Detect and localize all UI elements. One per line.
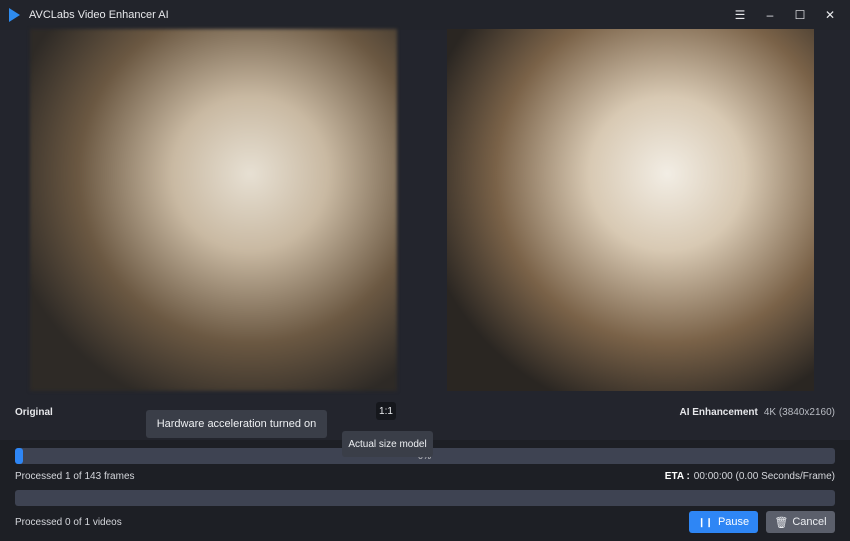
enhanced-label: AI Enhancement xyxy=(679,407,758,418)
original-preview-image xyxy=(30,29,397,391)
trash-icon: 🗑 xyxy=(774,516,789,529)
hardware-acceleration-tooltip: Hardware acceleration turned on xyxy=(146,410,327,438)
pause-label: Pause xyxy=(717,516,750,528)
eta-value: 00:00:00 (0.00 Seconds/Frame) xyxy=(693,471,835,482)
actual-size-tooltip: Actual size model xyxy=(342,431,433,457)
original-label: Original xyxy=(15,407,53,418)
app-title: AVCLabs Video Enhancer AI xyxy=(29,9,169,21)
pause-icon: ❙❙ xyxy=(697,516,713,527)
enhanced-preview-image xyxy=(447,29,814,391)
maximize-icon[interactable]: ☐ xyxy=(792,6,808,24)
frames-status: Processed 1 of 143 frames xyxy=(15,471,135,482)
resolution-label: 4K (3840x2160) xyxy=(763,407,835,418)
frames-progress-fill xyxy=(15,448,24,464)
cancel-button[interactable]: 🗑 Cancel xyxy=(766,511,835,533)
close-icon[interactable]: ✕ xyxy=(822,6,838,24)
videos-status: Processed 0 of 1 videos xyxy=(15,517,122,528)
menu-icon[interactable]: ☰ xyxy=(732,6,748,24)
app-logo-icon xyxy=(9,8,20,22)
actual-size-button[interactable]: 1:1 xyxy=(376,402,396,420)
minimize-icon[interactable]: – xyxy=(762,6,778,24)
videos-progress-bar xyxy=(15,490,835,506)
pause-button[interactable]: ❙❙ Pause xyxy=(689,511,758,533)
title-bar: AVCLabs Video Enhancer AI ☰ – ☐ ✕ xyxy=(0,0,850,30)
eta-label: ETA : xyxy=(664,471,690,482)
cancel-label: Cancel xyxy=(792,516,827,528)
